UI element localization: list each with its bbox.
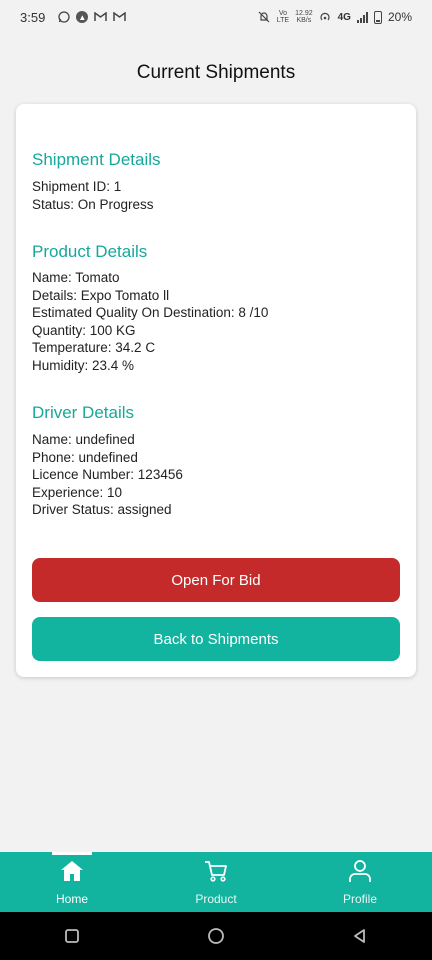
- net-speed-value: 12.92: [295, 10, 313, 17]
- tab-home[interactable]: Home: [0, 852, 144, 912]
- recents-icon: [65, 929, 79, 943]
- product-quantity: Quantity: 100 KG: [32, 322, 136, 338]
- person-icon: [347, 858, 373, 889]
- net-speed-unit: KB/s: [296, 17, 312, 24]
- cart-icon: [203, 858, 229, 889]
- status-bar: 3:59 ▲ Vo LTE 12.92 KB/s 4G 20%: [0, 0, 432, 34]
- tab-profile-label: Profile: [342, 892, 377, 906]
- volte-bottom: LTE: [276, 17, 290, 24]
- home-icon: [59, 858, 85, 889]
- home-nav-button[interactable]: [196, 916, 236, 956]
- shipment-card: Shipment Details Shipment ID: 1 Status: …: [16, 104, 416, 677]
- product-details: Name: Tomato Details: Expo Tomato ll Est…: [32, 269, 268, 374]
- recents-button[interactable]: [52, 916, 92, 956]
- bottom-tab-bar: Home Product Profile: [0, 852, 432, 912]
- driver-name: Name: undefined: [32, 432, 135, 447]
- shipment-details-title: Shipment Details: [32, 150, 161, 169]
- app-notification-icon: ▲: [76, 11, 89, 23]
- product-description: Details: Expo Tomato ll: [32, 287, 170, 303]
- driver-status: Driver Status: assigned: [32, 502, 172, 517]
- driver-experience: Experience: 10: [32, 484, 123, 500]
- shipment-details: Shipment ID: 1 Status: On Progress: [32, 178, 154, 213]
- signal-icon: [356, 11, 368, 23]
- gmail-icon-2: [113, 11, 127, 24]
- product-temperature: Temperature: 34.2 C: [32, 340, 156, 355]
- home-circle-icon: [208, 928, 224, 944]
- driver-licence: Licence Number: 123456: [32, 467, 183, 482]
- back-nav-button[interactable]: [340, 916, 380, 956]
- shipment-status: Status: On Progress: [32, 196, 154, 212]
- system-nav-bar: [0, 912, 432, 960]
- mute-icon: [258, 11, 271, 24]
- product-quality: Estimated Quality On Destination: 8 /10: [32, 305, 269, 320]
- shipment-id: Shipment ID: 1: [32, 179, 122, 194]
- gmail-icon: [94, 11, 108, 24]
- network-type: 4G: [337, 11, 351, 23]
- whatsapp-icon: [57, 11, 70, 24]
- tab-product[interactable]: Product: [144, 852, 288, 912]
- tab-product-label: Product: [195, 892, 237, 906]
- page-title: Current Shipments: [136, 62, 296, 83]
- open-for-bid-button[interactable]: Open For Bid: [32, 558, 400, 602]
- product-details-title: Product Details: [32, 242, 148, 261]
- back-triangle-icon: [354, 929, 365, 943]
- volte-indicator: Vo LTE: [277, 10, 289, 24]
- volte-top: Vo: [278, 10, 288, 17]
- driver-details: Name: undefined Phone: undefined Licence…: [32, 431, 183, 519]
- hotspot-icon: [319, 11, 332, 24]
- battery-percent: 20%: [387, 10, 412, 24]
- tab-profile[interactable]: Profile: [288, 852, 432, 912]
- driver-phone: Phone: undefined: [32, 449, 138, 465]
- product-name: Name: Tomato: [32, 270, 120, 285]
- product-humidity: Humidity: 23.4 %: [32, 357, 135, 373]
- tab-home-label: Home: [55, 892, 88, 906]
- net-speed: 12.92 KB/s: [295, 10, 313, 24]
- status-time: 3:59: [20, 9, 46, 25]
- battery-icon: [373, 10, 382, 24]
- back-to-shipments-button[interactable]: Back to Shipments: [32, 617, 400, 661]
- driver-details-title: Driver Details: [32, 403, 135, 422]
